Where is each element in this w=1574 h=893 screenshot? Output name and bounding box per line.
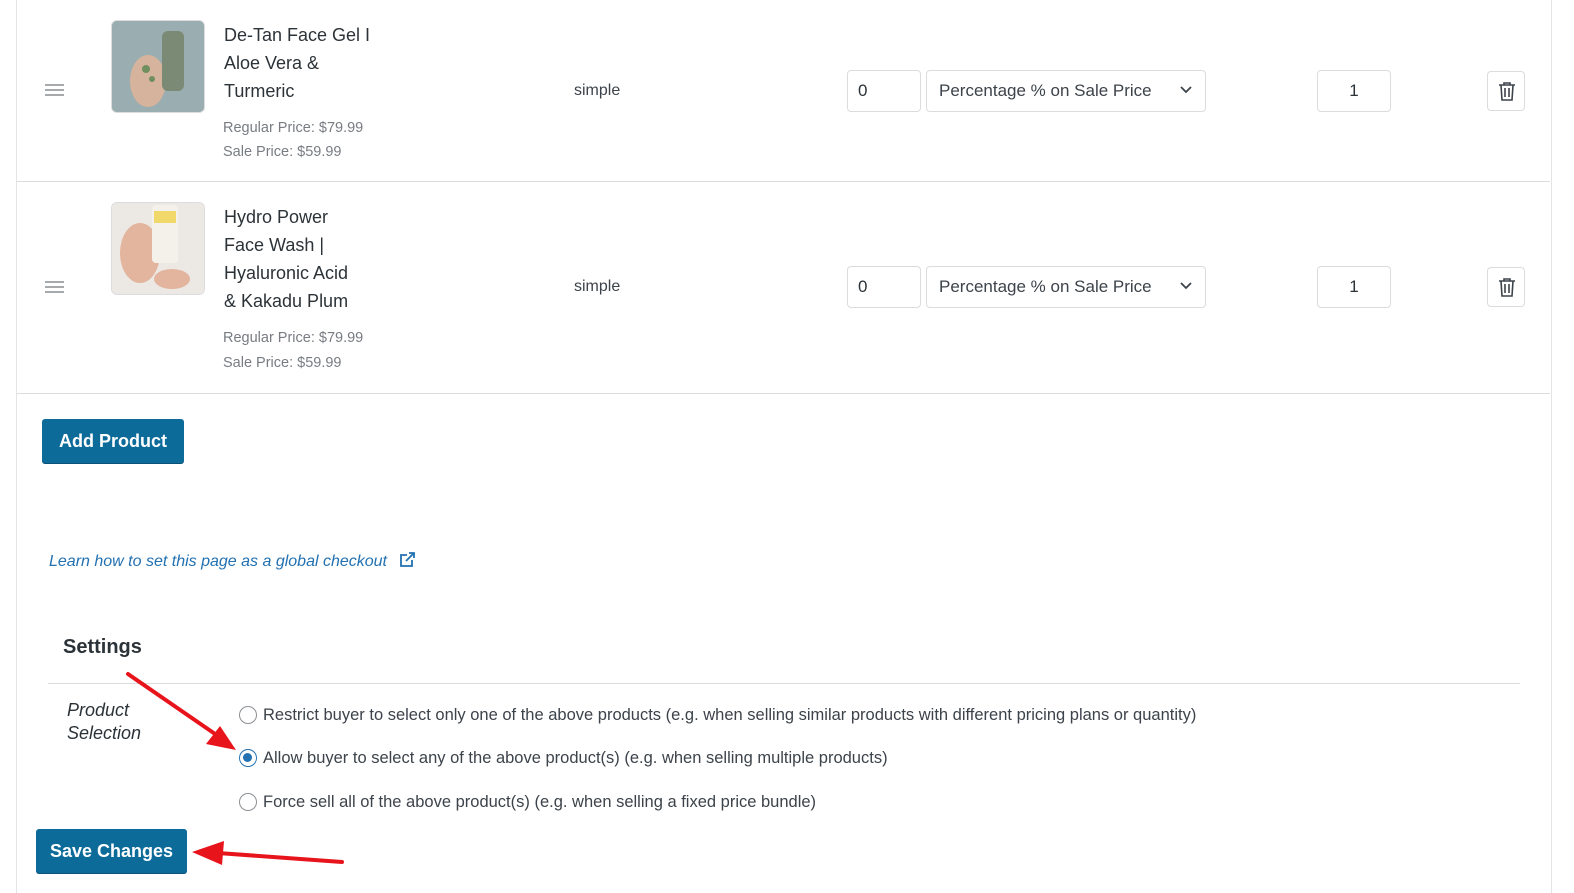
- trash-icon: [1499, 82, 1515, 101]
- settings-divider: [48, 683, 1520, 684]
- settings-heading: Settings: [63, 636, 142, 658]
- delete-product-button[interactable]: [1487, 267, 1525, 307]
- drag-handle-icon[interactable]: [45, 84, 64, 98]
- product-thumbnail: [111, 20, 205, 113]
- annotation-arrow-icon: [192, 841, 344, 865]
- drag-handle-icon[interactable]: [45, 281, 64, 295]
- product-row: De-Tan Face Gel I Aloe Vera & Turmeric R…: [17, 0, 1550, 182]
- delete-product-button[interactable]: [1487, 71, 1525, 111]
- global-checkout-link[interactable]: Learn how to set this page as a global c…: [49, 551, 416, 571]
- trash-icon: [1499, 278, 1515, 297]
- regular-price: Regular Price: $79.99: [223, 330, 364, 346]
- sale-price: Sale Price: $59.99: [223, 355, 342, 371]
- chevron-down-icon: [1180, 282, 1192, 290]
- discount-type-value: Percentage % on Sale Price: [939, 81, 1152, 100]
- product-selection-option-force-all[interactable]: Force sell all of the above product(s) (…: [239, 792, 816, 812]
- quantity-input[interactable]: 1: [1317, 70, 1391, 112]
- global-checkout-link-text: Learn how to set this page as a global c…: [49, 553, 387, 570]
- annotation-arrow-icon: [126, 672, 236, 750]
- discount-type-select[interactable]: Percentage % on Sale Price: [926, 70, 1206, 112]
- product-thumbnail: [111, 202, 205, 295]
- option-label: Allow buyer to select any of the above p…: [263, 749, 888, 767]
- option-label: Restrict buyer to select only one of the…: [263, 706, 1197, 724]
- quantity-input[interactable]: 1: [1317, 266, 1391, 308]
- external-link-icon: [400, 552, 416, 567]
- add-product-button[interactable]: Add Product: [42, 419, 184, 463]
- regular-price: Regular Price: $79.99: [223, 120, 364, 136]
- product-selection-option-restrict[interactable]: Restrict buyer to select only one of the…: [239, 705, 1196, 725]
- product-type: simple: [574, 82, 621, 99]
- discount-type-select[interactable]: Percentage % on Sale Price: [926, 266, 1206, 308]
- product-type: simple: [574, 278, 621, 295]
- discount-value-input[interactable]: 0: [847, 266, 921, 308]
- option-label: Force sell all of the above product(s) (…: [263, 793, 817, 811]
- product-name: De-Tan Face Gel I Aloe Vera & Turmeric: [224, 25, 371, 101]
- product-selection-option-allow-any[interactable]: Allow buyer to select any of the above p…: [239, 748, 888, 768]
- discount-type-value: Percentage % on Sale Price: [939, 277, 1152, 296]
- radio-button[interactable]: [239, 793, 257, 811]
- discount-value-input[interactable]: 0: [847, 70, 921, 112]
- product-name: Hydro Power Face Wash | Hyaluronic Acid …: [224, 207, 349, 311]
- sale-price: Sale Price: $59.99: [223, 144, 342, 160]
- save-changes-button[interactable]: Save Changes: [36, 829, 187, 873]
- chevron-down-icon: [1180, 86, 1192, 94]
- product-row: Hydro Power Face Wash | Hyaluronic Acid …: [17, 182, 1550, 394]
